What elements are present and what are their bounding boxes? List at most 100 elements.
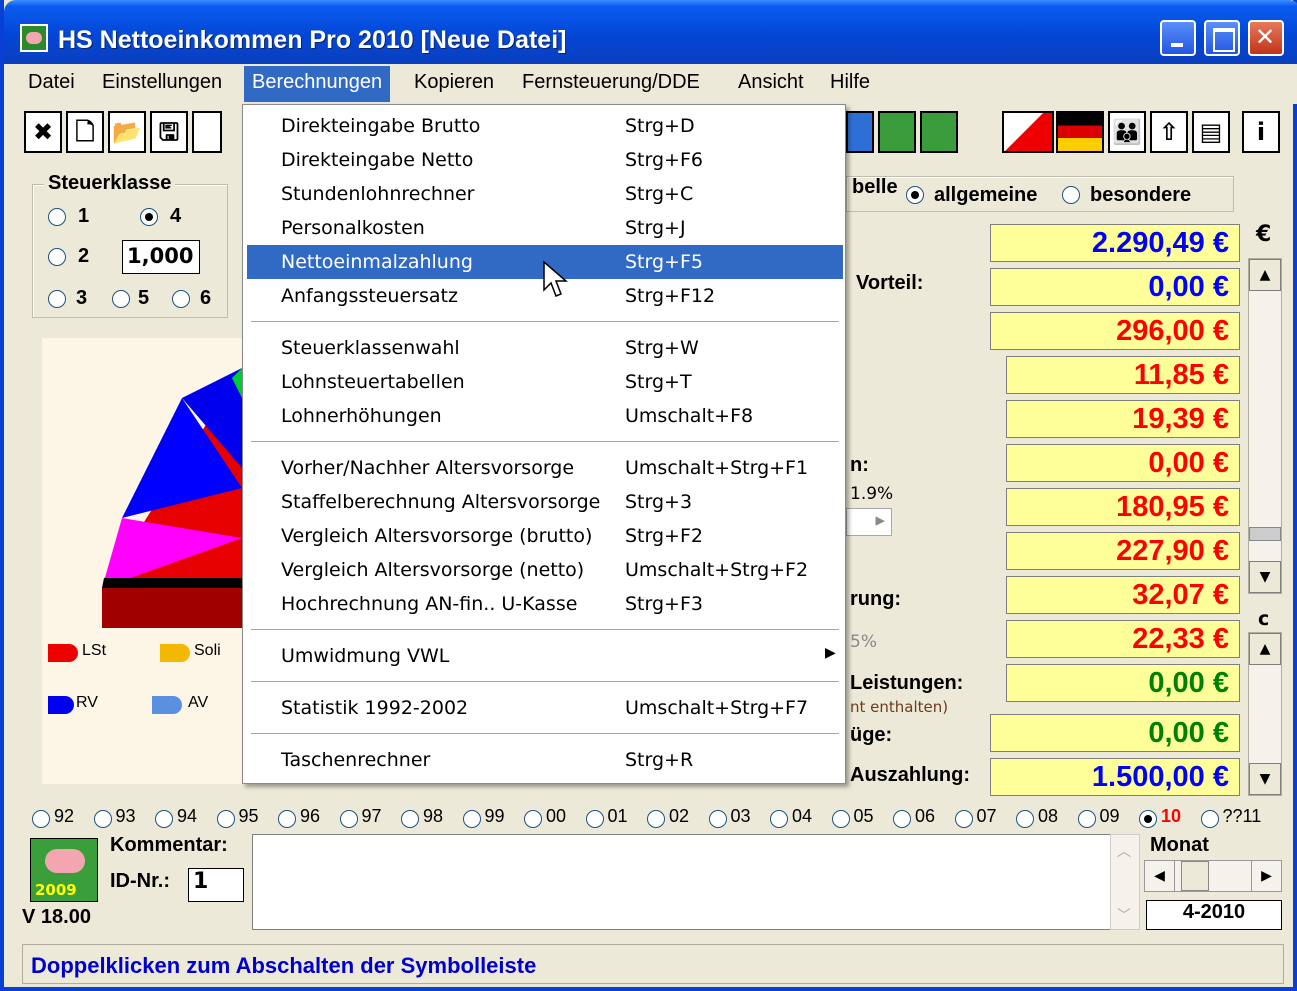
mouse-cursor-icon: [543, 260, 569, 297]
year-radio-08[interactable]: [1016, 810, 1034, 828]
close-file-icon[interactable]: ✖: [24, 111, 62, 153]
steuerklasse-radio-3[interactable]: [48, 290, 66, 308]
menu-berechnungen[interactable]: Berechnungen: [244, 66, 391, 102]
year-radio-93[interactable]: [93, 810, 112, 828]
year-radio-92[interactable]: [32, 810, 50, 828]
year-radio-qq11[interactable]: [1200, 810, 1219, 828]
menu-datei[interactable]: Datei: [28, 71, 75, 94]
year-radio-05[interactable]: [831, 810, 850, 828]
year-label-99: 99: [484, 806, 505, 826]
menuitem-direkteingabe-brutto[interactable]: Direkteingabe Brutto Strg+D: [247, 109, 843, 143]
menuitem-label: Umwidmung VWL: [281, 645, 450, 667]
menuitem-lohnsteuertabellen[interactable]: Lohnsteuertabellen Strg+T: [247, 365, 843, 399]
scroll-down-icon[interactable]: ▼: [1249, 561, 1281, 593]
menuitem-vorher-nachher[interactable]: Vorher/Nachher Altersvorsorge Umschalt+St…: [247, 451, 843, 485]
menu-ansicht[interactable]: Ansicht: [738, 71, 804, 94]
close-button[interactable]: [1248, 20, 1284, 56]
steuerklasse-label-5: 5: [138, 287, 150, 309]
menuitem-lohnerhoehungen[interactable]: Lohnerhöhungen Umschalt+F8: [247, 399, 843, 433]
menu-einstellungen[interactable]: Einstellungen: [102, 71, 222, 94]
year-radio-00[interactable]: [524, 810, 542, 828]
menuitem-vergleich-netto[interactable]: Vergleich Altersvorsorge (netto) Umschalt…: [247, 553, 843, 587]
menuitem-direkteingabe-netto[interactable]: Direkteingabe Netto Strg+F6: [247, 143, 843, 177]
year-radio-97[interactable]: [339, 810, 358, 828]
year-radio-10[interactable]: [1139, 810, 1157, 828]
comment-scrollbar[interactable]: ︿ ﹀: [1110, 834, 1140, 930]
menuitem-umwidmung-vwl[interactable]: Umwidmung VWL ▶: [247, 639, 843, 673]
calculator-icon[interactable]: ▤: [1192, 111, 1230, 153]
tree-arrow-icon[interactable]: [846, 111, 874, 153]
print-icon[interactable]: [192, 111, 222, 153]
year-radio-99[interactable]: [462, 810, 481, 828]
menuitem-taschenrechner[interactable]: Taschenrechner Strg+R: [247, 743, 843, 777]
steuerklasse-radio-5[interactable]: [112, 290, 130, 308]
year-label-10: 10: [1161, 806, 1182, 826]
scroll-up-icon[interactable]: ▲: [1249, 259, 1281, 291]
id-input[interactable]: 1: [188, 868, 244, 902]
menuitem-hochrechnung[interactable]: Hochrechnung AN-fin.. U-Kasse Strg+F3: [247, 587, 843, 621]
tabelle-radio-besondere[interactable]: [1062, 186, 1080, 204]
tree-tp-icon[interactable]: [878, 111, 916, 153]
monat-left-icon[interactable]: ◀: [1145, 861, 1175, 891]
status-bar[interactable]: Doppelklicken zum Abschalten der Symboll…: [22, 944, 1284, 984]
monat-right-icon[interactable]: ▶: [1251, 861, 1281, 891]
arrow-up-icon[interactable]: ⇧: [1150, 111, 1188, 153]
open-folder-icon[interactable]: 📂: [108, 111, 146, 153]
year-radio-94[interactable]: [155, 810, 173, 828]
year-radio-07[interactable]: [954, 810, 973, 828]
monat-thumb[interactable]: [1181, 861, 1209, 891]
year-radio-04[interactable]: [770, 810, 788, 828]
monat-scrollbar[interactable]: ◀ ▶: [1144, 860, 1282, 892]
year-radio-01[interactable]: [585, 810, 604, 828]
menuitem-personalkosten[interactable]: Personalkosten Strg+J: [247, 211, 843, 245]
year-radio-02[interactable]: [647, 810, 665, 828]
cent-scroll-down-icon[interactable]: ▼: [1249, 763, 1281, 795]
menu-hilfe[interactable]: Hilfe: [830, 71, 870, 94]
steuerklasse-label-2: 2: [78, 245, 90, 267]
steuerklasse-radio-4[interactable]: [140, 208, 158, 226]
cent-scroll-up-icon[interactable]: ▲: [1249, 633, 1281, 665]
menuitem-vergleich-brutto[interactable]: Vergleich Altersvorsorge (brutto) Strg+F2: [247, 519, 843, 553]
new-file-icon[interactable]: 🗋: [66, 111, 104, 153]
year-radio-03[interactable]: [708, 810, 727, 828]
title-bar[interactable]: HS Nettoeinkommen Pro 2010 [Neue Datei]: [4, 0, 1297, 64]
pct-spinner[interactable]: ▸: [846, 508, 892, 536]
menu-fernsteuerung[interactable]: Fernsteuerung/DDE: [522, 71, 700, 94]
tree-tp-icon-2[interactable]: [920, 111, 958, 153]
comment-textarea[interactable]: [252, 834, 1136, 930]
menu-separator: [251, 733, 839, 735]
tabelle-radio-allgemeine[interactable]: [906, 186, 924, 204]
year-radio-06[interactable]: [893, 810, 911, 828]
comment-scroll-down-icon[interactable]: ﹀: [1117, 905, 1131, 925]
menuitem-shortcut: Umschalt+Strg+F2: [625, 559, 809, 581]
comment-scroll-up-icon[interactable]: ︿: [1117, 841, 1131, 861]
steuerklasse-radio-1[interactable]: [48, 208, 66, 226]
cent-scrollbar[interactable]: ▲ ▼: [1248, 632, 1282, 796]
menuitem-steuerklassenwahl[interactable]: Steuerklassenwahl Strg+W: [247, 331, 843, 365]
menuitem-shortcut: Strg+F2: [625, 525, 703, 547]
maximize-button[interactable]: [1204, 20, 1240, 56]
menu-kopieren[interactable]: Kopieren: [414, 71, 494, 94]
german-flag-icon[interactable]: [1056, 111, 1104, 153]
menuitem-stundenlohnrechner[interactable]: Stundenlohnrechner Strg+C: [247, 177, 843, 211]
minimize-button[interactable]: [1160, 20, 1196, 56]
euro-scrollbar[interactable]: ▲ ▼: [1248, 258, 1282, 594]
steuerklasse-radio-2[interactable]: [48, 248, 66, 266]
people-icon[interactable]: 👪: [1108, 111, 1146, 153]
steuerklasse-radio-6[interactable]: [172, 290, 190, 308]
scroll-thumb[interactable]: [1249, 527, 1281, 541]
year-radio-96[interactable]: [278, 810, 296, 828]
menuitem-staffelberechnung[interactable]: Staffelberechnung Altersvorsorge Strg+3: [247, 485, 843, 519]
year-label-93: 93: [115, 806, 136, 826]
year-radio-09[interactable]: [1077, 810, 1096, 828]
info-icon[interactable]: i: [1242, 111, 1280, 153]
save-disk-icon[interactable]: 🖫: [150, 111, 188, 153]
faktor-input[interactable]: 1,000: [122, 240, 200, 274]
year-radio-95[interactable]: [216, 810, 235, 828]
leistungen-value: 0,00 €: [1006, 664, 1240, 702]
year-radio-98[interactable]: [401, 810, 419, 828]
vorteil-value: 0,00 €: [990, 268, 1240, 306]
menuitem-label: Nettoeinmalzahlung: [281, 251, 473, 273]
menuitem-statistik[interactable]: Statistik 1992-2002 Umschalt+Strg+F7: [247, 691, 843, 725]
staircase-chart-icon[interactable]: [1002, 111, 1054, 153]
